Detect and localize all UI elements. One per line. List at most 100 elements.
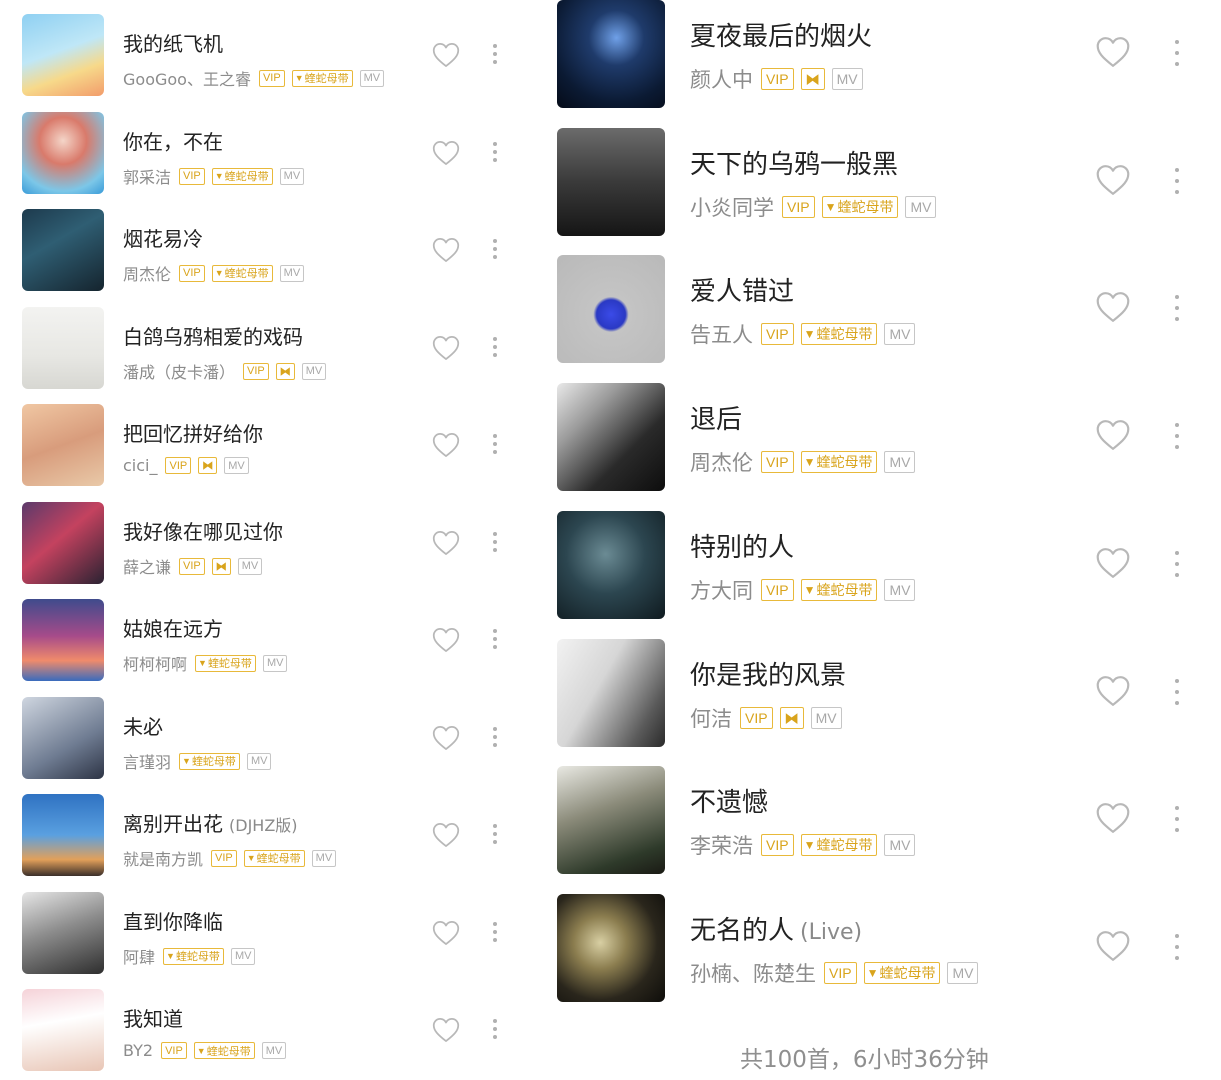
artist-name[interactable]: 孙楠、陈楚生 — [690, 958, 816, 988]
song-title[interactable]: 无名的人 (Live) — [690, 910, 862, 947]
favorite-heart-icon[interactable] — [432, 1017, 460, 1043]
artist-name[interactable]: GooGoo、王之睿 — [123, 66, 251, 90]
more-options-icon[interactable] — [492, 532, 498, 552]
song-row[interactable]: 白鸽乌鸦相爱的戏码 潘成（皮卡潘） VIP ⧓ MV — [0, 307, 520, 389]
favorite-heart-icon[interactable] — [432, 140, 460, 166]
more-options-icon[interactable] — [492, 337, 498, 357]
song-title[interactable]: 把回忆拼好给你 — [123, 418, 263, 447]
album-cover[interactable] — [557, 511, 665, 619]
more-options-icon[interactable] — [492, 629, 498, 649]
album-cover[interactable] — [22, 307, 104, 389]
favorite-heart-icon[interactable] — [432, 335, 460, 361]
more-options-icon[interactable] — [492, 434, 498, 454]
favorite-heart-icon[interactable] — [1095, 547, 1131, 579]
song-title[interactable]: 直到你降临 — [123, 906, 223, 935]
favorite-heart-icon[interactable] — [432, 42, 460, 68]
album-cover[interactable] — [557, 128, 665, 236]
song-row[interactable]: 把回忆拼好给你 cici_ VIP ⧓ MV — [0, 404, 520, 486]
artist-name[interactable]: 郭采洁 — [123, 164, 171, 188]
song-title[interactable]: 我好像在哪见过你 — [123, 516, 283, 545]
song-row[interactable]: 离别开出花 (DJHZ版) 就是南方凯 VIP ▼ 蝰蛇母带 MV — [0, 794, 520, 876]
album-cover[interactable] — [22, 14, 104, 96]
favorite-heart-icon[interactable] — [432, 432, 460, 458]
album-cover[interactable] — [557, 639, 665, 747]
song-title[interactable]: 我知道 — [123, 1003, 183, 1032]
song-title[interactable]: 你是我的风景 — [690, 655, 846, 692]
album-cover[interactable] — [22, 404, 104, 486]
song-row[interactable]: 姑娘在远方 柯柯柯啊 ▼ 蝰蛇母带 MV — [0, 599, 520, 681]
artist-name[interactable]: 何洁 — [690, 703, 732, 733]
song-title[interactable]: 特别的人 — [690, 527, 794, 564]
artist-name[interactable]: 潘成（皮卡潘） — [123, 359, 235, 383]
artist-name[interactable]: 柯柯柯啊 — [123, 651, 187, 675]
more-options-icon[interactable] — [1174, 679, 1180, 705]
more-options-icon[interactable] — [492, 239, 498, 259]
artist-name[interactable]: cici_ — [123, 456, 157, 475]
song-title[interactable]: 夏夜最后的烟火 — [690, 16, 872, 53]
more-options-icon[interactable] — [492, 824, 498, 844]
song-row[interactable]: 我的纸飞机 GooGoo、王之睿 VIP ▼ 蝰蛇母带 MV — [0, 14, 520, 96]
song-row[interactable]: 直到你降临 阿肆 ▼ 蝰蛇母带 MV — [0, 892, 520, 974]
favorite-heart-icon[interactable] — [432, 725, 460, 751]
song-title[interactable]: 烟花易冷 — [123, 223, 203, 252]
favorite-heart-icon[interactable] — [1095, 36, 1131, 68]
artist-name[interactable]: 薛之谦 — [123, 554, 171, 578]
favorite-heart-icon[interactable] — [432, 822, 460, 848]
artist-name[interactable]: BY2 — [123, 1041, 153, 1060]
more-options-icon[interactable] — [1174, 423, 1180, 449]
song-row[interactable]: 烟花易冷 周杰伦 VIP ▼ 蝰蛇母带 MV — [0, 209, 520, 291]
more-options-icon[interactable] — [1174, 806, 1180, 832]
favorite-heart-icon[interactable] — [432, 237, 460, 263]
song-title[interactable]: 离别开出花 (DJHZ版) — [123, 808, 298, 837]
favorite-heart-icon[interactable] — [432, 627, 460, 653]
song-row[interactable]: 爱人错过 告五人 VIP ▼ 蝰蛇母带 MV — [540, 255, 1221, 363]
song-row[interactable]: 未必 言瑾羽 ▼ 蝰蛇母带 MV — [0, 697, 520, 779]
song-title[interactable]: 你在，不在 — [123, 126, 223, 155]
album-cover[interactable] — [557, 766, 665, 874]
favorite-heart-icon[interactable] — [1095, 802, 1131, 834]
song-title[interactable]: 不遗憾 — [690, 782, 768, 819]
song-row[interactable]: 不遗憾 李荣浩 VIP ▼ 蝰蛇母带 MV — [540, 766, 1221, 874]
song-title[interactable]: 姑娘在远方 — [123, 613, 223, 642]
song-title[interactable]: 未必 — [123, 711, 163, 740]
album-cover[interactable] — [557, 255, 665, 363]
album-cover[interactable] — [557, 383, 665, 491]
more-options-icon[interactable] — [1174, 40, 1180, 66]
song-row[interactable]: 我好像在哪见过你 薛之谦 VIP ⧓ MV — [0, 502, 520, 584]
song-title[interactable]: 白鸽乌鸦相爱的戏码 — [123, 321, 303, 350]
favorite-heart-icon[interactable] — [1095, 291, 1131, 323]
song-title[interactable]: 天下的乌鸦一般黑 — [690, 144, 898, 181]
album-cover[interactable] — [557, 894, 665, 1002]
artist-name[interactable]: 周杰伦 — [690, 447, 753, 477]
more-options-icon[interactable] — [492, 44, 498, 64]
album-cover[interactable] — [22, 989, 104, 1071]
album-cover[interactable] — [22, 892, 104, 974]
favorite-heart-icon[interactable] — [1095, 675, 1131, 707]
more-options-icon[interactable] — [492, 727, 498, 747]
album-cover[interactable] — [557, 0, 665, 108]
favorite-heart-icon[interactable] — [1095, 930, 1131, 962]
favorite-heart-icon[interactable] — [1095, 164, 1131, 196]
album-cover[interactable] — [22, 112, 104, 194]
more-options-icon[interactable] — [492, 142, 498, 162]
album-cover[interactable] — [22, 794, 104, 876]
artist-name[interactable]: 颜人中 — [690, 64, 753, 94]
artist-name[interactable]: 李荣浩 — [690, 830, 753, 860]
more-options-icon[interactable] — [492, 1019, 498, 1039]
more-options-icon[interactable] — [1174, 168, 1180, 194]
artist-name[interactable]: 小炎同学 — [690, 192, 774, 222]
album-cover[interactable] — [22, 502, 104, 584]
album-cover[interactable] — [22, 599, 104, 681]
artist-name[interactable]: 方大同 — [690, 575, 753, 605]
more-options-icon[interactable] — [1174, 551, 1180, 577]
artist-name[interactable]: 言瑾羽 — [123, 749, 171, 773]
artist-name[interactable]: 就是南方凯 — [123, 846, 203, 870]
song-row[interactable]: 特别的人 方大同 VIP ▼ 蝰蛇母带 MV — [540, 511, 1221, 619]
song-row[interactable]: 夏夜最后的烟火 颜人中 VIP ⧓ MV — [540, 0, 1221, 108]
album-cover[interactable] — [22, 697, 104, 779]
more-options-icon[interactable] — [1174, 295, 1180, 321]
song-title[interactable]: 我的纸飞机 — [123, 28, 223, 57]
song-row[interactable]: 你是我的风景 何洁 VIP ⧓ MV — [540, 639, 1221, 747]
song-row[interactable]: 无名的人 (Live) 孙楠、陈楚生 VIP ▼ 蝰蛇母带 MV — [540, 894, 1221, 1002]
more-options-icon[interactable] — [1174, 934, 1180, 960]
